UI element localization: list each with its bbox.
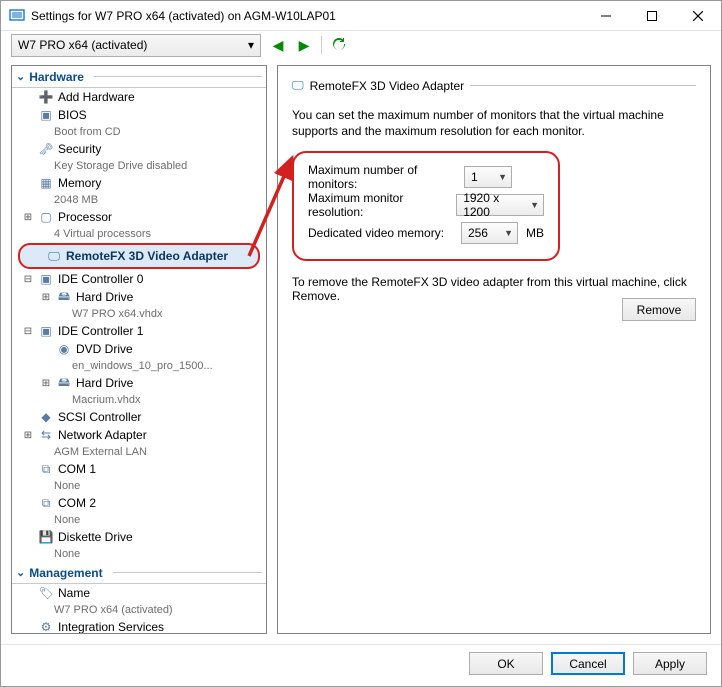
vm-selector-label: W7 PRO x64 (activated): [18, 38, 147, 52]
monitors-label: Maximum number of monitors:: [308, 163, 456, 191]
tree-item-ide1-hd[interactable]: ⊞🖴Hard Drive: [12, 374, 266, 392]
tree-item-ide0-hd[interactable]: ⊞🖴Hard Drive: [12, 288, 266, 306]
floppy-icon: 💾: [38, 529, 54, 545]
tree-item-ide1[interactable]: ⊟▣IDE Controller 1: [12, 322, 266, 340]
vmem-label: Dedicated video memory:: [308, 226, 453, 240]
minimize-button[interactable]: [583, 1, 629, 30]
chevron-down-icon: ▼: [504, 228, 513, 238]
chevron-down-icon: ▼: [498, 172, 507, 182]
refresh-button[interactable]: [330, 36, 348, 54]
monitor-icon: 🖵: [292, 78, 304, 93]
titlebar: Settings for W7 PRO x64 (activated) on A…: [1, 1, 721, 31]
tree-item-scsi[interactable]: ◆SCSI Controller: [12, 408, 266, 426]
vm-selector[interactable]: W7 PRO x64 (activated) ▾: [11, 34, 261, 57]
hdd-icon: 🖴: [56, 289, 72, 305]
section-management[interactable]: ⌄ Management: [12, 562, 266, 584]
tree-sub-com1: None: [12, 478, 266, 494]
tree-item-com1[interactable]: ⧉COM 1: [12, 460, 266, 478]
detail-title: RemoteFX 3D Video Adapter: [310, 79, 465, 93]
detail-description: You can set the maximum number of monito…: [292, 107, 696, 139]
tree-item-ide0[interactable]: ⊟▣IDE Controller 0: [12, 270, 266, 288]
tree-sub-processor: 4 Virtual processors: [12, 226, 266, 242]
tree-sub-diskette: None: [12, 546, 266, 562]
detail-panel: 🖵 RemoteFX 3D Video Adapter You can set …: [277, 65, 711, 634]
memory-icon: ▦: [38, 175, 54, 191]
tree-item-ide1-dvd[interactable]: ◉DVD Drive: [12, 340, 266, 358]
nav-back-button[interactable]: ◀: [269, 36, 287, 54]
monitors-value: 1: [471, 170, 478, 184]
remove-button[interactable]: Remove: [622, 298, 696, 321]
tree-item-security[interactable]: 🗝Security: [12, 140, 266, 158]
detail-title-row: 🖵 RemoteFX 3D Video Adapter: [292, 78, 696, 99]
collapse-icon: ⌄: [16, 566, 25, 579]
tag-icon: 🏷: [38, 585, 54, 601]
cpu-icon: ▢: [38, 209, 54, 225]
tree-sub-bios: Boot from CD: [12, 124, 266, 140]
settings-group: Maximum number of monitors: 1▼ Maximum m…: [292, 151, 560, 261]
controller-icon: ▣: [38, 323, 54, 339]
dvd-icon: ◉: [56, 341, 72, 357]
tree-item-bios[interactable]: ▣BIOS: [12, 106, 266, 124]
expand-icon[interactable]: ⊞: [40, 292, 52, 303]
vmem-value: 256: [468, 226, 488, 240]
tree-item-integration[interactable]: ⚙Integration Services: [12, 618, 266, 634]
expand-icon[interactable]: ⊞: [22, 212, 34, 223]
settings-tree[interactable]: ⌄ Hardware ➕Add Hardware ▣BIOS Boot from…: [11, 65, 267, 634]
section-hardware[interactable]: ⌄ Hardware: [12, 66, 266, 88]
ok-button[interactable]: OK: [469, 652, 543, 675]
serial-icon: ⧉: [38, 495, 54, 511]
scsi-icon: ◆: [38, 409, 54, 425]
serial-icon: ⧉: [38, 461, 54, 477]
network-icon: ⇆: [38, 427, 54, 443]
nav-forward-button[interactable]: ▶: [295, 36, 313, 54]
vmem-select[interactable]: 256 ▼: [461, 222, 518, 244]
expand-icon[interactable]: ⊞: [40, 378, 52, 389]
chevron-down-icon: ▾: [248, 38, 254, 52]
controller-icon: ▣: [38, 271, 54, 287]
maximize-button[interactable]: [629, 1, 675, 30]
resolution-label: Maximum monitor resolution:: [308, 191, 448, 219]
dialog-footer: OK Cancel Apply: [1, 644, 721, 682]
tree-item-name[interactable]: 🏷Name: [12, 584, 266, 602]
section-label: Management: [29, 566, 102, 580]
tree-item-remotefx[interactable]: 🖵RemoteFX 3D Video Adapter: [18, 243, 260, 269]
tree-sub-network: AGM External LAN: [12, 444, 266, 460]
window-title: Settings for W7 PRO x64 (activated) on A…: [31, 9, 583, 23]
tree-sub-com2: None: [12, 512, 266, 528]
key-icon: 🗝: [38, 141, 54, 157]
resolution-select[interactable]: 1920 x 1200 ▼: [456, 194, 544, 216]
tree-sub-security: Key Storage Drive disabled: [12, 158, 266, 174]
tree-item-diskette[interactable]: 💾Diskette Drive: [12, 528, 266, 546]
tree-sub-ide1-dvd: en_windows_10_pro_1500...: [12, 358, 266, 374]
tree-sub-memory: 2048 MB: [12, 192, 266, 208]
monitor-icon: 🖵: [46, 248, 62, 264]
toolbar: W7 PRO x64 (activated) ▾ ◀ ▶: [1, 31, 721, 59]
add-hardware-icon: ➕: [38, 89, 54, 105]
close-button[interactable]: [675, 1, 721, 30]
tree-item-processor[interactable]: ⊞▢Processor: [12, 208, 266, 226]
section-label: Hardware: [29, 70, 84, 84]
resolution-value: 1920 x 1200: [463, 191, 526, 219]
expand-icon[interactable]: ⊞: [22, 430, 34, 441]
tree-item-memory[interactable]: ▦Memory: [12, 174, 266, 192]
collapse-icon: ⌄: [16, 70, 25, 83]
tree-sub-name: W7 PRO x64 (activated): [12, 602, 266, 618]
tree-sub-ide0-hd: W7 PRO x64.vhdx: [12, 306, 266, 322]
cancel-button[interactable]: Cancel: [551, 652, 625, 675]
tree-item-add-hardware[interactable]: ➕Add Hardware: [12, 88, 266, 106]
monitors-select[interactable]: 1▼: [464, 166, 512, 188]
apply-button[interactable]: Apply: [633, 652, 707, 675]
vmem-unit: MB: [526, 226, 544, 240]
tree-item-com2[interactable]: ⧉COM 2: [12, 494, 266, 512]
app-icon: [9, 8, 25, 24]
tree-sub-ide1-hd: Macrium.vhdx: [12, 392, 266, 408]
collapse-icon[interactable]: ⊟: [22, 274, 34, 285]
collapse-icon[interactable]: ⊟: [22, 326, 34, 337]
hdd-icon: 🖴: [56, 375, 72, 391]
services-icon: ⚙: [38, 619, 54, 634]
chevron-down-icon: ▼: [530, 200, 539, 210]
tree-item-network[interactable]: ⊞⇆Network Adapter: [12, 426, 266, 444]
chip-icon: ▣: [38, 107, 54, 123]
